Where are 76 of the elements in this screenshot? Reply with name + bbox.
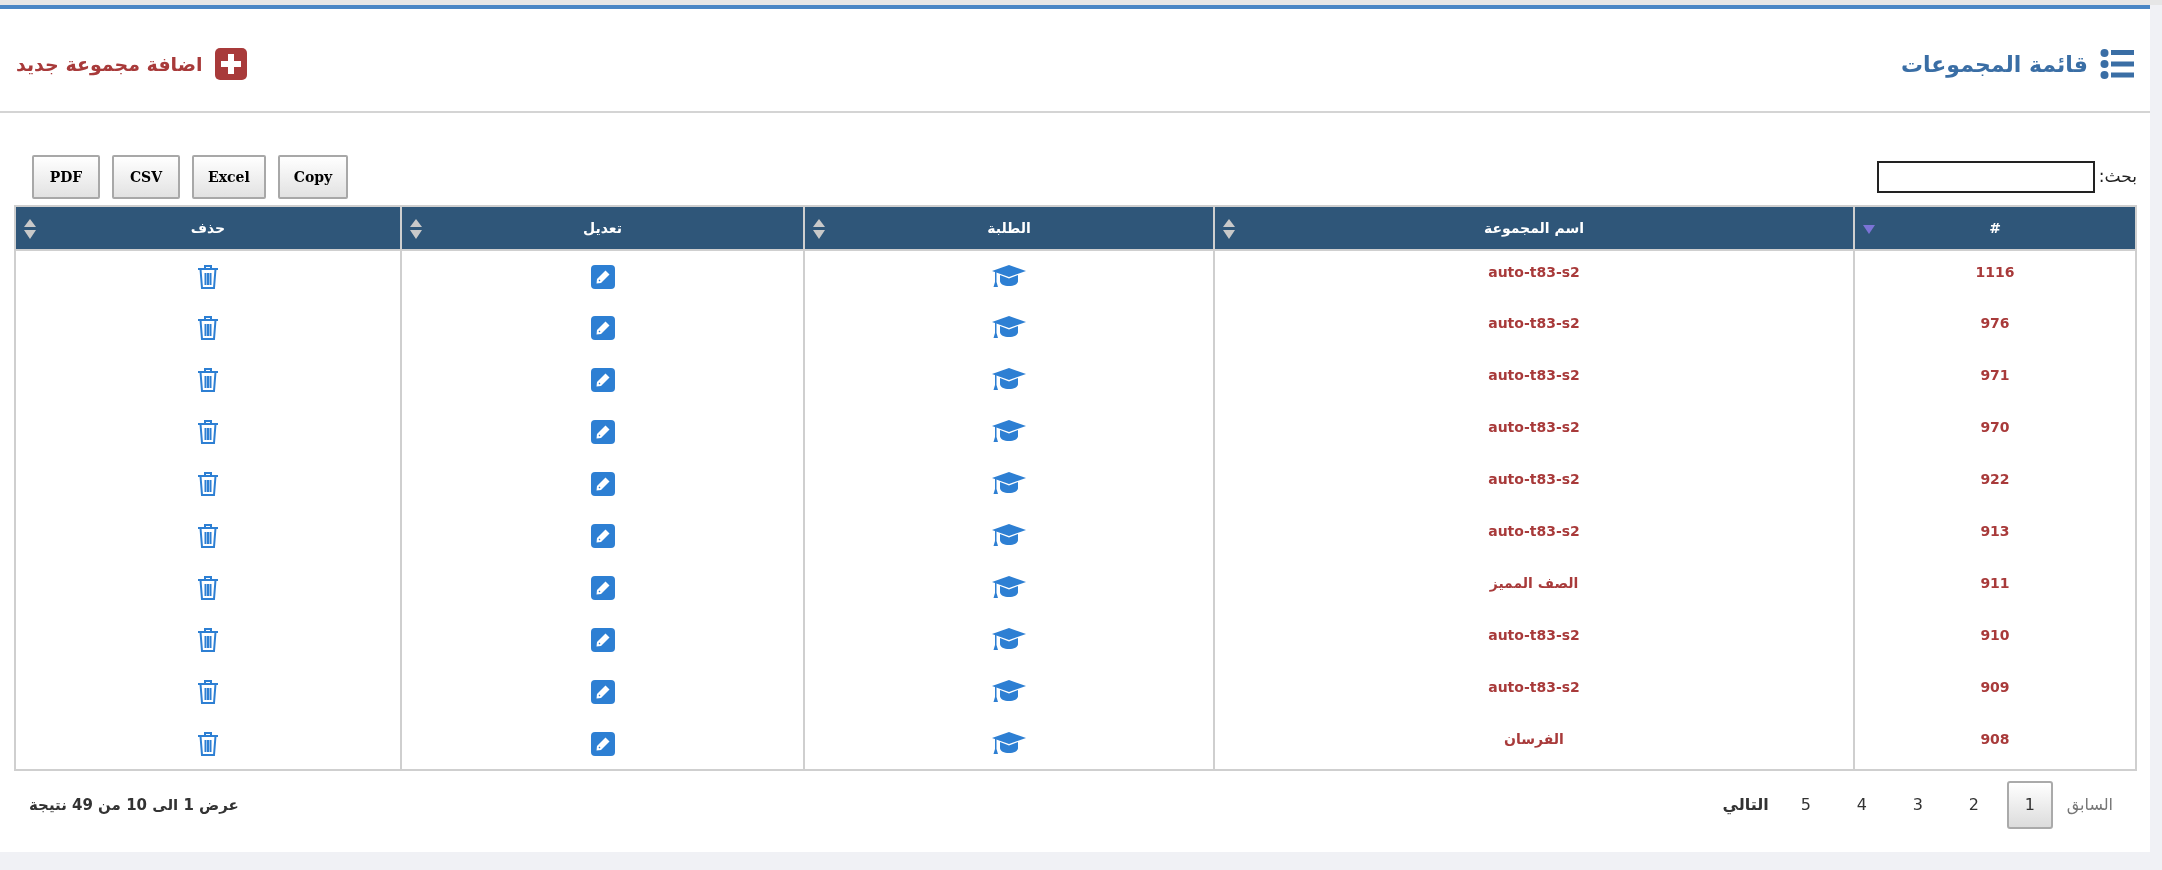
table-cell: 908 <box>1980 730 2010 747</box>
edit-icon[interactable] <box>590 524 615 548</box>
trash-icon[interactable] <box>197 523 219 549</box>
list-icon <box>2100 49 2134 79</box>
trash-icon[interactable] <box>197 263 219 290</box>
page-link[interactable]: 2 <box>1950 781 1997 829</box>
next-page-link[interactable]: التالي <box>1718 793 1773 817</box>
graduation-cap-icon[interactable] <box>992 628 1026 652</box>
edit-icon[interactable] <box>590 731 615 756</box>
table-cell: auto-t83-s2 <box>1488 315 1580 331</box>
table-cell: الفرسان <box>1504 730 1564 747</box>
graduation-cap-icon[interactable] <box>992 576 1026 600</box>
edit-icon[interactable] <box>590 628 615 652</box>
table-cell: auto-t83-s2 <box>1488 523 1580 539</box>
trash-icon[interactable] <box>197 627 219 653</box>
table-cell: الصف المميز <box>1489 575 1579 591</box>
trash-icon[interactable] <box>197 730 219 757</box>
search-field[interactable] <box>1876 161 2095 193</box>
page-title: قائمة المجموعات <box>1900 50 2088 80</box>
column-header[interactable]: الطلبة <box>987 219 1031 236</box>
export-button[interactable]: Copy <box>277 155 349 199</box>
trash-icon[interactable] <box>197 419 219 445</box>
add-group-link[interactable]: اضافة مجموعة جديد <box>16 48 247 80</box>
table-cell: 922 <box>1980 471 2010 487</box>
table-cell: 971 <box>1980 367 2010 383</box>
table-cell: 1116 <box>1975 263 2015 280</box>
table-cell: 913 <box>1980 523 2010 539</box>
table-cell: 970 <box>1980 419 2010 435</box>
graduation-cap-icon[interactable] <box>992 316 1026 340</box>
trash-icon[interactable] <box>197 367 219 393</box>
sort-icon[interactable] <box>410 219 422 239</box>
table-cell: auto-t83-s2 <box>1488 471 1580 487</box>
sort-icon[interactable] <box>1223 219 1235 239</box>
graduation-cap-icon[interactable] <box>992 368 1026 392</box>
edit-icon[interactable] <box>590 316 615 340</box>
edit-icon[interactable] <box>590 264 615 289</box>
page-link[interactable]: 3 <box>1894 781 1941 829</box>
table-cell: auto-t83-s2 <box>1488 367 1580 383</box>
column-header[interactable]: حذف <box>190 219 226 236</box>
sort-icon[interactable] <box>813 219 825 239</box>
column-header[interactable]: اسم المجموعة <box>1483 219 1585 236</box>
table-cell: 976 <box>1980 315 2010 331</box>
edit-icon[interactable] <box>590 420 615 444</box>
graduation-cap-icon[interactable] <box>992 420 1026 444</box>
graduation-cap-icon[interactable] <box>992 472 1026 496</box>
trash-icon[interactable] <box>197 471 219 497</box>
export-button[interactable]: Excel <box>192 155 266 199</box>
results-info: عرض 1 الى 10 من 49 نتيجة <box>29 794 239 816</box>
graduation-cap-icon[interactable] <box>992 680 1026 704</box>
table-cell: auto-t83-s2 <box>1488 679 1580 695</box>
graduation-cap-icon[interactable] <box>992 731 1026 756</box>
graduation-cap-icon[interactable] <box>992 264 1026 289</box>
table-cell: auto-t83-s2 <box>1488 627 1580 643</box>
table-cell: 910 <box>1980 627 2010 643</box>
table-cell: auto-t83-s2 <box>1488 419 1580 435</box>
column-header[interactable]: تعديل <box>583 219 622 236</box>
export-button[interactable]: CSV <box>112 155 180 199</box>
edit-icon[interactable] <box>590 368 615 392</box>
graduation-cap-icon[interactable] <box>992 524 1026 548</box>
edit-icon[interactable] <box>590 472 615 496</box>
search-label: بحث: <box>2098 165 2137 189</box>
trash-icon[interactable] <box>197 575 219 601</box>
edit-icon[interactable] <box>590 576 615 600</box>
plus-icon <box>214 48 247 80</box>
page-link[interactable]: 1 <box>2006 781 2053 829</box>
edit-icon[interactable] <box>590 680 615 704</box>
table-cell: 911 <box>1980 575 2010 591</box>
page-link[interactable]: 4 <box>1838 781 1885 829</box>
table-cell: 909 <box>1980 679 2010 695</box>
export-button[interactable]: PDF <box>32 155 100 199</box>
column-header[interactable]: # <box>1989 219 2001 236</box>
table-cell: auto-t83-s2 <box>1488 263 1580 280</box>
sort-icon[interactable] <box>24 219 36 239</box>
page-link[interactable]: 5 <box>1782 781 1829 829</box>
trash-icon[interactable] <box>197 679 219 705</box>
trash-icon[interactable] <box>197 315 219 341</box>
